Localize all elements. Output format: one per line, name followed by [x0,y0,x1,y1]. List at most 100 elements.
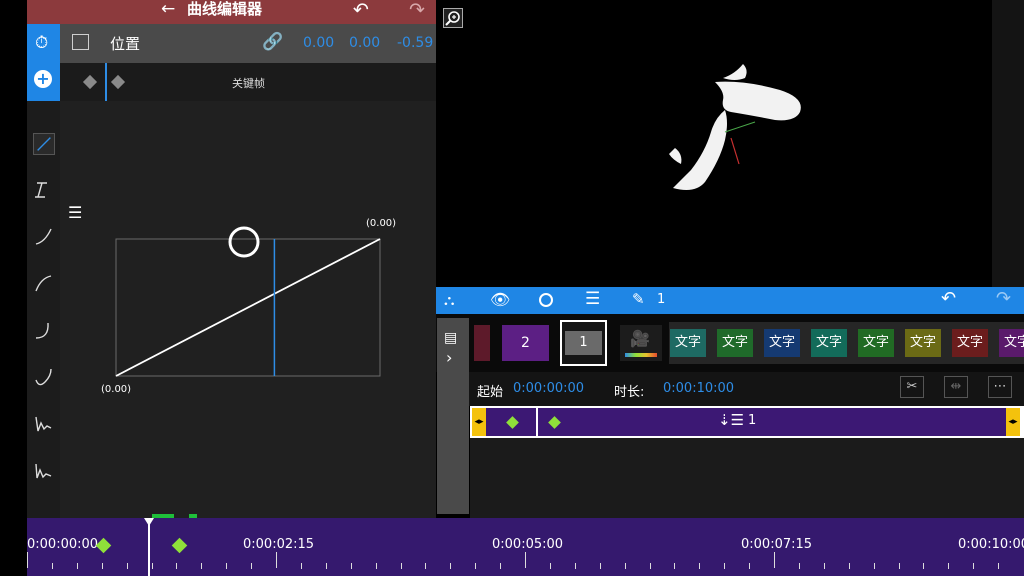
start-value[interactable]: 0:00:00:00 [513,381,584,396]
ruler-tick [948,563,950,569]
ruler-tick [325,563,327,569]
eye-icon[interactable]: 👁 [490,290,510,309]
ruler-tick [276,552,277,568]
ruler-tick [699,563,701,569]
timeline-playhead[interactable] [148,518,150,576]
property-row: 位置 🔗 0.00 0.00 -0.59 [60,24,436,63]
more-icon[interactable]: ⋯ [988,376,1012,398]
circle-icon[interactable] [539,293,553,307]
bounce-curve-icon[interactable] [33,460,55,482]
page-title: 曲线编辑器 [187,0,263,18]
green-segment [189,514,197,518]
layer-track-body[interactable] [484,408,1006,436]
redo-icon[interactable]: ↷ [409,0,425,21]
track-layer-label: 1 [748,413,757,428]
add-keyframe-button[interactable]: + [34,70,52,88]
text-clip-label: 文字 [717,329,753,357]
ease-in-curve-icon[interactable] [33,225,55,247]
ruler-tick [549,563,551,569]
keyframe-diamond[interactable] [110,74,126,90]
ruler-tick [724,563,726,569]
track-area [470,438,1024,518]
keyframe-playhead[interactable] [105,63,107,101]
time-label: 0:00:10:00 [958,537,1024,552]
clip-2[interactable]: 2 [502,325,549,361]
text-clip-label: 文字 [858,329,894,357]
right-edge [992,0,1024,287]
arrow-left-icon[interactable]: ← [161,0,175,18]
undo-icon[interactable]: ↶ [941,288,956,309]
clip-partial[interactable] [474,325,490,361]
scissors-icon[interactable]: ✂ [900,376,924,398]
text-clip-label: 文字 [905,329,941,357]
calligraphy-preview-image [669,64,801,190]
ruler-tick [624,563,626,569]
ruler-tick [599,563,601,569]
camera-clip[interactable]: 🎥 [620,325,662,361]
undo-icon[interactable]: ↶ [353,0,369,21]
ruler-tick [774,552,775,568]
constant-curve-icon[interactable] [33,179,55,201]
keyframe-label: 关键帧 [232,77,265,90]
text-clip-label: 文字 [811,329,847,357]
camera-icon: 🎥 [630,329,650,348]
menu-icon[interactable]: ☰ [68,203,82,222]
list-icon[interactable]: ☰ [585,289,600,309]
side-action-panel: ⏱ + [27,24,60,101]
timeline-toolbar: ⛬ 👁 ☰ ✎ 1 ↶ ↷ [436,287,1024,314]
curve-end-label: (0.00) [366,218,397,229]
start-label: 起始 [477,385,504,400]
notes-icon[interactable]: ▤ [444,330,457,346]
ruler-tick [848,563,850,569]
zoom-icon[interactable] [443,8,463,28]
value-y[interactable]: 0.00 [349,35,380,51]
ruler-tick [226,563,228,569]
curve-control-handle[interactable] [228,226,260,258]
time-label: 0:00:05:00 [492,537,564,552]
ruler-tick [973,563,975,569]
time-label: 0:00:07:15 [741,537,813,552]
ruler-tick [27,552,28,568]
ruler-tick [823,563,825,569]
ruler-tick [400,563,402,569]
track-right-handle[interactable]: ◂▸ [1006,408,1020,436]
split-icon[interactable]: ⇹ [944,376,968,398]
chevron-right-icon[interactable]: › [446,348,452,367]
curve-start-label: (0.00) [101,384,132,395]
track-left-handle[interactable]: ◂▸ [472,408,486,436]
ruler-tick [450,563,452,569]
value-x[interactable]: 0.00 [303,35,334,51]
ease-out-curve-icon[interactable] [33,272,55,294]
graph-icon [72,34,89,50]
text-clip-label: 文字 [999,329,1024,357]
preview-canvas[interactable] [440,0,992,287]
back-curve-icon[interactable] [33,366,55,388]
text-clip-label: 文字 [952,329,988,357]
ruler-tick [798,563,800,569]
link-icon[interactable]: 🔗 [262,32,283,52]
curve-graph[interactable] [95,212,405,402]
clip-1-selected[interactable]: 1 [560,320,607,366]
value-z[interactable]: -0.59 [397,35,433,51]
pencil-icon[interactable]: ✎ [632,290,645,308]
redo-icon[interactable]: ↷ [996,288,1011,309]
ruler-tick [898,563,900,569]
ruler-tick [151,563,153,569]
playhead-marker[interactable] [144,518,154,526]
ruler-tick [300,563,302,569]
elastic-curve-icon[interactable] [33,413,55,435]
curve-line [115,238,381,377]
hierarchy-icon[interactable]: ⛬ [444,291,455,309]
duration-value[interactable]: 0:00:10:00 [663,381,734,396]
linear-curve-icon[interactable] [33,133,55,155]
track-playhead[interactable] [536,408,538,436]
layer-track[interactable]: ◂▸ ◂▸ ⇣☰ 1 [470,406,1024,438]
sort-icon: ⇣☰ [718,411,745,429]
timer-icon[interactable]: ⏱ [35,33,48,53]
ease-in-out-curve-icon[interactable] [33,319,55,341]
ruler-tick [749,563,751,569]
clip-info-row: 起始 0:00:00:00 时长: 0:00:10:00 ✂ ⇹ ⋯ [469,372,1024,406]
text-clip-label: 文字 [670,329,706,357]
green-segment [152,514,174,518]
keyframe-diamond[interactable] [82,74,98,90]
